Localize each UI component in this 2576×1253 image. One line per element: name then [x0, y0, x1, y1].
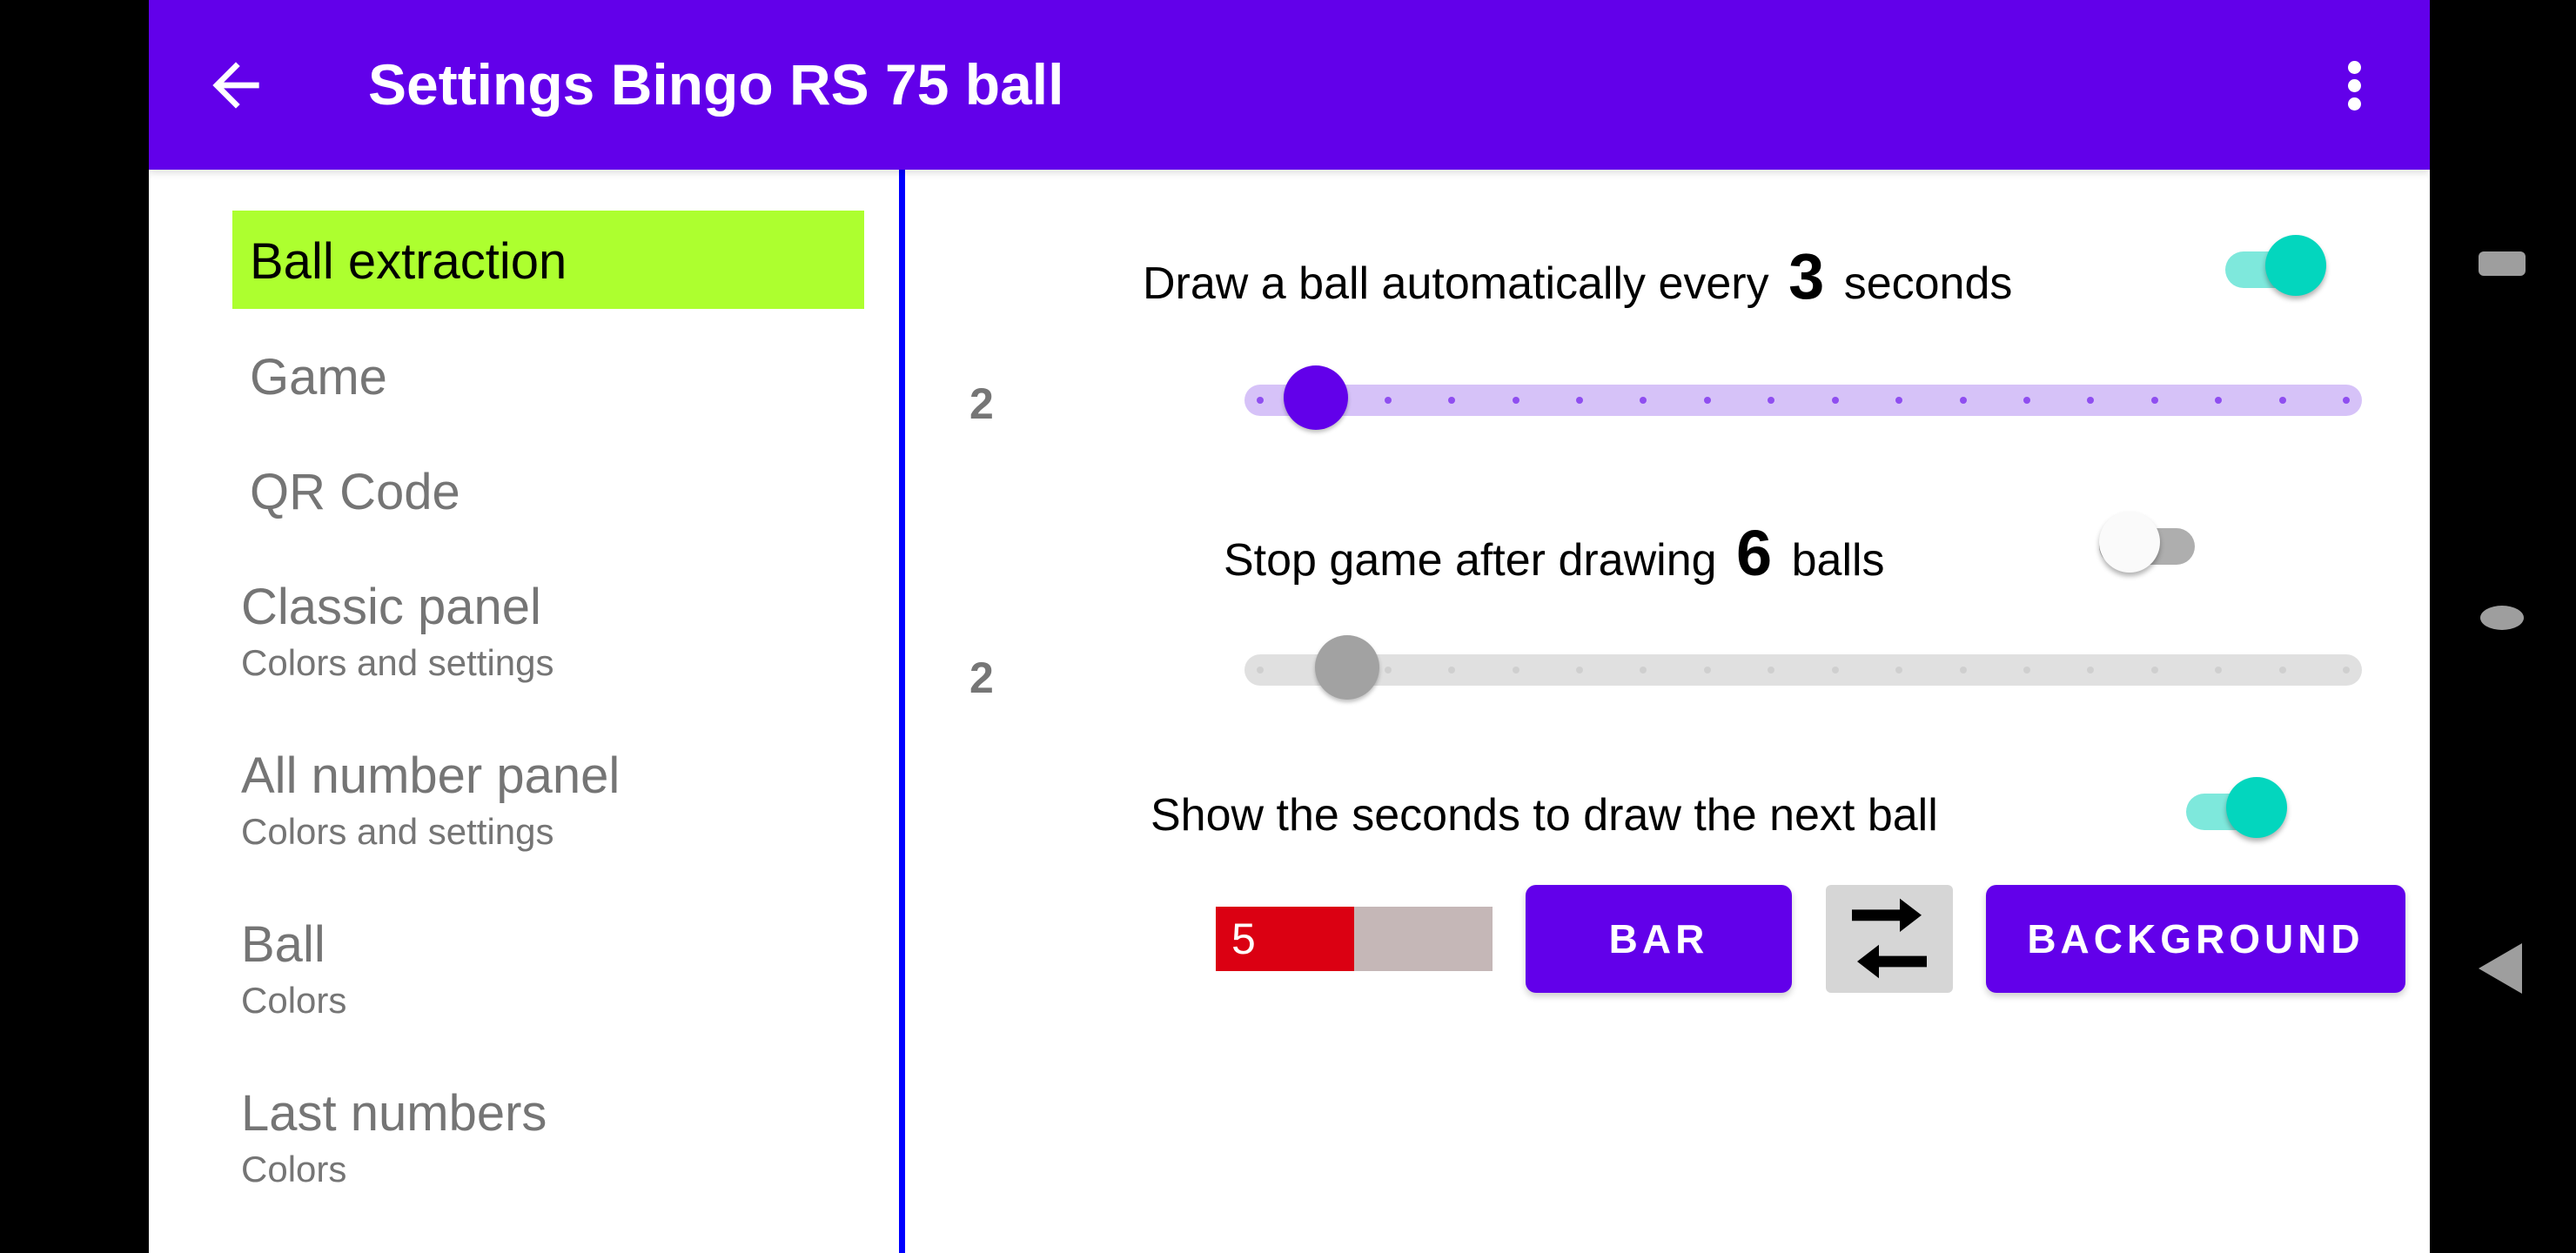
- slider-tick: [1831, 667, 1839, 673]
- sidebar-item-subtitle: Colors: [241, 980, 347, 1021]
- sidebar-item-label: Ball: [241, 916, 325, 973]
- slider-tick: [2023, 667, 2030, 673]
- show-seconds-toggle[interactable]: [2186, 777, 2287, 847]
- slider-tick: [1959, 397, 1967, 404]
- sidebar-item-subtitle: Colors: [241, 1149, 347, 1189]
- slider-thumb[interactable]: [1315, 635, 1380, 700]
- slider-thumb[interactable]: [1283, 365, 1348, 430]
- switch-thumb: [2099, 512, 2160, 573]
- triangle-back-icon[interactable]: [2479, 943, 2522, 994]
- switch-thumb: [2265, 235, 2326, 296]
- slider-tick: [2150, 667, 2158, 673]
- auto-draw-interval-slider[interactable]: [1244, 365, 2362, 435]
- countdown-bar-label: 5: [1231, 915, 1256, 963]
- auto-draw-label: Draw a ball automatically every 3 second…: [1143, 239, 2012, 313]
- slider-tick: [1703, 667, 1711, 673]
- slider-tick: [2150, 397, 2158, 404]
- square-icon[interactable]: [2479, 251, 2526, 276]
- system-navigation-bar: [2430, 0, 2576, 1253]
- swap-colors-button[interactable]: [1826, 885, 1953, 993]
- settings-content: Draw a ball automatically every 3 second…: [905, 170, 2430, 1253]
- slider-tick: [2343, 397, 2350, 404]
- stop-game-toggle[interactable]: [2099, 512, 2200, 581]
- more-vert-icon: [2348, 61, 2361, 74]
- slider-tick: [2023, 397, 2030, 404]
- swap-horizontal-icon: [1852, 898, 1927, 979]
- slider-tick: [1576, 397, 1584, 404]
- sidebar-item-game[interactable]: Game: [232, 352, 864, 403]
- arrow-left-icon: [212, 62, 259, 109]
- slider-tick: [2278, 397, 2286, 404]
- sidebar-item-qr-code[interactable]: QR Code: [232, 467, 864, 518]
- sidebar-item-subtitle: Colors and settings: [241, 642, 554, 683]
- pane-divider: [899, 170, 905, 1253]
- slider-tick: [1831, 397, 1839, 404]
- back-button[interactable]: [201, 50, 271, 120]
- sidebar-item-label: All number panel: [241, 747, 621, 804]
- bar-color-button[interactable]: BAR: [1526, 885, 1792, 993]
- auto-draw-prefix: Draw a ball automatically every: [1143, 258, 1769, 309]
- auto-draw-suffix: seconds: [1843, 258, 2013, 309]
- sidebar-item-ball-extraction[interactable]: Ball extraction: [232, 211, 864, 309]
- slider-track: [1244, 385, 2362, 416]
- auto-draw-value: 3: [1788, 240, 1825, 312]
- slider-tick: [1257, 667, 1264, 673]
- sidebar-item-label: Ball extraction: [250, 233, 567, 290]
- circle-icon[interactable]: [2480, 606, 2524, 630]
- auto-draw-min-label: 2: [969, 379, 994, 428]
- page-title: Settings Bingo RS 75 ball: [368, 52, 1064, 117]
- slider-tick: [1703, 397, 1711, 404]
- slider-tick: [1959, 667, 1967, 673]
- sidebar-item-last-numbers[interactable]: Last numbers Colors: [241, 1089, 873, 1188]
- sidebar-item-classic-panel[interactable]: Classic panel Colors and settings: [241, 582, 873, 681]
- sidebar-item-label: QR Code: [250, 464, 460, 520]
- slider-tick: [1257, 397, 1264, 404]
- slider-tick: [1576, 667, 1584, 673]
- countdown-bar-preview: 5: [1216, 907, 1493, 971]
- slider-tick: [1512, 667, 1519, 673]
- sidebar-item-label: Last numbers: [241, 1085, 547, 1142]
- app-window: Settings Bingo RS 75 ball Ball extractio…: [149, 0, 2430, 1253]
- more-vert-icon-dot: [2348, 97, 2361, 111]
- stop-game-value: 6: [1736, 517, 1773, 589]
- settings-sidebar: Ball extraction Game QR Code Classic pan…: [149, 170, 899, 1253]
- stop-game-label: Stop game after drawing 6 balls: [1224, 516, 1885, 590]
- sidebar-item-label: Classic panel: [241, 579, 541, 635]
- app-bar: Settings Bingo RS 75 ball: [149, 0, 2430, 170]
- show-seconds-label: Show the seconds to draw the next ball: [1150, 790, 1938, 841]
- stop-game-suffix: balls: [1791, 535, 1885, 586]
- more-vert-icon-dot: [2348, 79, 2361, 92]
- stop-game-prefix: Stop game after drawing: [1224, 535, 1717, 586]
- sidebar-item-label: Game: [250, 349, 387, 405]
- slider-tick: [2343, 667, 2350, 673]
- auto-draw-toggle[interactable]: [2225, 235, 2326, 305]
- overflow-menu-button[interactable]: [2333, 52, 2377, 122]
- switch-thumb: [2226, 777, 2287, 838]
- slider-track: [1244, 654, 2362, 686]
- background-color-button[interactable]: BACKGROUND: [1986, 885, 2405, 993]
- stop-game-balls-slider[interactable]: [1244, 635, 2362, 705]
- stop-game-min-label: 2: [969, 653, 994, 702]
- sidebar-item-all-number-panel[interactable]: All number panel Colors and settings: [241, 751, 873, 850]
- slider-tick: [1384, 667, 1392, 673]
- slider-tick: [2278, 667, 2286, 673]
- slider-tick: [1512, 397, 1519, 404]
- sidebar-item-ball[interactable]: Ball Colors: [241, 920, 873, 1019]
- sidebar-item-subtitle: Colors and settings: [241, 811, 554, 852]
- slider-tick: [1384, 397, 1392, 404]
